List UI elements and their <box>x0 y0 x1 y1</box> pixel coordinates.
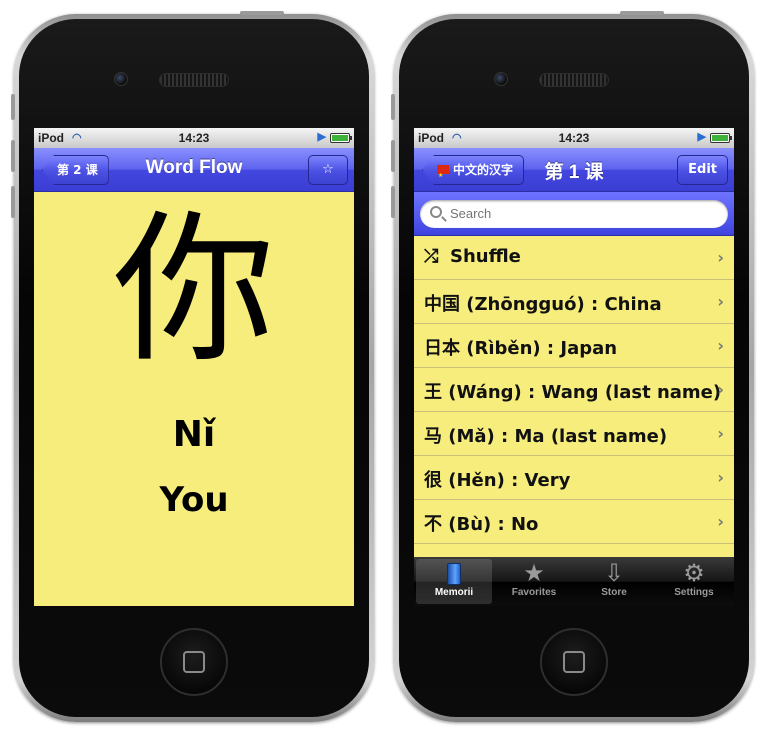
search-bar <box>414 192 734 236</box>
list-item-label: Shuffle <box>450 246 521 267</box>
chevron-right-icon: › <box>717 424 724 443</box>
chevron-right-icon: › <box>717 468 724 487</box>
list-item-label: 马 (Mǎ) : Ma (last name) <box>424 426 668 447</box>
tab-label: Settings <box>674 587 714 598</box>
chevron-right-icon: › <box>717 248 724 267</box>
list-item-partial[interactable] <box>414 544 734 557</box>
search-field[interactable] <box>420 200 728 228</box>
earpiece-speaker <box>159 73 229 87</box>
tab-label: Memorii <box>434 587 474 598</box>
play-icon: ▶ <box>697 131 706 143</box>
chevron-right-icon: › <box>717 292 724 311</box>
favorite-star-button[interactable]: ☆ <box>308 155 348 185</box>
list-item[interactable]: 中国 (Zhōngguó) : China › <box>414 280 734 324</box>
card-hanzi: 你 <box>113 197 275 385</box>
home-square-icon <box>563 651 585 673</box>
home-button[interactable] <box>540 628 608 696</box>
card-pinyin: Nǐ <box>172 414 216 455</box>
list-item-label: 日本 (Rìběn) : Japan <box>424 338 618 359</box>
left-phone-frame: iPod ◠ 14:23 ▶ 第 2 课 Word Flow ☆ 你 Nǐ Yo… <box>11 11 374 722</box>
navigation-bar: 中文的汉字 第 1 课 Edit <box>414 148 734 192</box>
right-screen: iPod ◠ 14:23 ▶ 中文的汉字 第 1 课 Edit ⤮ Shuffle… <box>414 128 734 606</box>
gear-icon: ⚙ <box>683 560 705 587</box>
nav-title: Word Flow <box>145 157 243 178</box>
left-screen: iPod ◠ 14:23 ▶ 第 2 课 Word Flow ☆ 你 Nǐ Yo… <box>34 128 354 606</box>
card-meaning: You <box>159 480 229 520</box>
power-button <box>240 11 284 15</box>
list-item[interactable]: 日本 (Rìběn) : Japan › <box>414 324 734 368</box>
list-item[interactable]: 王 (Wáng) : Wang (last name) › <box>414 368 734 412</box>
star-icon: ★ <box>523 560 545 587</box>
search-input[interactable] <box>450 206 718 221</box>
front-camera-icon <box>114 72 128 86</box>
list-item-label: 很 (Hěn) : Very <box>424 470 571 491</box>
download-icon: ⇩ <box>603 560 625 587</box>
mute-switch <box>391 94 395 120</box>
search-icon <box>430 206 442 218</box>
edit-button[interactable]: Edit <box>677 155 728 185</box>
flash-card[interactable]: 你 Nǐ You <box>34 192 354 606</box>
chevron-right-icon: › <box>717 512 724 531</box>
mute-switch <box>11 94 15 120</box>
chevron-right-icon: › <box>717 336 724 355</box>
list-item-label: 中国 (Zhōngguó) : China <box>424 294 662 315</box>
play-icon: ▶ <box>317 131 326 143</box>
book-icon <box>447 563 461 585</box>
status-time: 14:23 <box>558 131 590 145</box>
list-item[interactable]: 不 (Bù) : No › <box>414 500 734 544</box>
front-camera-icon <box>494 72 508 86</box>
list-item[interactable]: 很 (Hěn) : Very › <box>414 456 734 500</box>
tab-label: Store <box>601 587 627 598</box>
status-time: 14:23 <box>178 131 210 145</box>
volume-down-button <box>391 186 395 218</box>
status-bar: iPod ◠ 14:23 ▶ <box>414 128 734 148</box>
list-item[interactable]: 马 (Mǎ) : Ma (last name) › <box>414 412 734 456</box>
list-item-label: 不 (Bù) : No <box>424 514 539 535</box>
list-item-shuffle[interactable]: ⤮ Shuffle › <box>414 236 734 280</box>
tab-settings[interactable]: ⚙ Settings <box>656 559 732 604</box>
tab-favorites[interactable]: ★ Favorites <box>496 559 572 604</box>
home-button[interactable] <box>160 628 228 696</box>
star-outline-icon: ☆ <box>322 162 334 177</box>
status-bar: iPod ◠ 14:23 ▶ <box>34 128 354 148</box>
volume-up-button <box>391 140 395 172</box>
word-list: ⤮ Shuffle › 中国 (Zhōngguó) : China › 日本 (R… <box>414 236 734 557</box>
volume-up-button <box>11 140 15 172</box>
tab-label: Favorites <box>511 587 557 598</box>
battery-icon <box>710 133 732 143</box>
volume-down-button <box>11 186 15 218</box>
power-button <box>620 11 664 15</box>
battery-icon <box>330 133 352 143</box>
tab-store[interactable]: ⇩ Store <box>576 559 652 604</box>
earpiece-speaker <box>539 73 609 87</box>
home-square-icon <box>183 651 205 673</box>
right-phone-frame: iPod ◠ 14:23 ▶ 中文的汉字 第 1 课 Edit ⤮ Shuffle… <box>391 11 754 722</box>
chevron-right-icon: › <box>717 380 724 399</box>
navigation-bar: 第 2 课 Word Flow ☆ <box>34 148 354 192</box>
tab-bar: Memorii ★ Favorites ⇩ Store ⚙ Settings <box>414 557 734 606</box>
shuffle-icon: ⤮ <box>424 246 439 267</box>
list-item-label: 王 (Wáng) : Wang (last name) <box>424 382 722 403</box>
tab-memorii[interactable]: Memorii <box>416 559 492 604</box>
